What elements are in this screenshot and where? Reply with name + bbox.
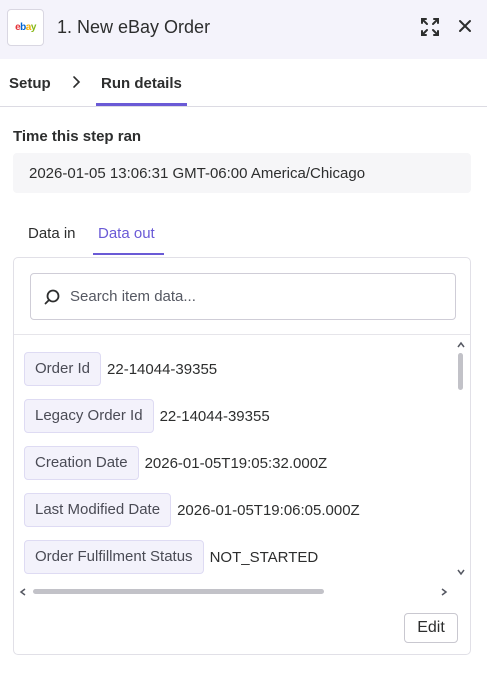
data-tabs: Data in Data out (13, 215, 473, 257)
search-box (30, 273, 456, 320)
item-key[interactable]: Order Id (24, 352, 102, 386)
time-value-box: 2026-01-05 13:06:31 GMT-06:00 America/Ch… (13, 153, 471, 193)
time-value: 2026-01-05 13:06:31 GMT-06:00 America/Ch… (29, 165, 366, 182)
item-data-list[interactable]: Order Id 22-14044-39355 Legacy Order Id … (14, 334, 470, 604)
search-input[interactable] (70, 274, 450, 319)
item-value: 2026-01-05T19:05:32.000Z (144, 454, 328, 472)
horizontal-scrollbar-thumb[interactable] (33, 589, 324, 594)
list-item: Creation Date 2026-01-05T19:05:32.000Z (24, 446, 327, 480)
item-value: 22-14044-39355 (159, 407, 270, 425)
item-key[interactable]: Last Modified Date (24, 493, 172, 527)
item-key[interactable]: Legacy Order Id (24, 399, 154, 433)
scroll-right-arrow-icon[interactable] (440, 587, 448, 597)
scroll-down-arrow-icon[interactable] (456, 568, 466, 576)
item-value: 22-14044-39355 (107, 360, 218, 378)
list-item: Legacy Order Id 22-14044-39355 (24, 399, 270, 433)
breadcrumb-nav: Setup Run details (0, 59, 487, 107)
step-header: ebay 1. New eBay Order (0, 0, 487, 59)
edit-button[interactable]: Edit (404, 613, 458, 643)
data-out-panel: Order Id 22-14044-39355 Legacy Order Id … (13, 257, 471, 655)
tab-data-out[interactable]: Data out (98, 225, 155, 242)
list-item: Last Modified Date 2026-01-05T19:06:05.0… (24, 493, 360, 527)
chevron-right-icon (73, 76, 81, 88)
expand-icon[interactable] (420, 17, 440, 37)
tab-active-indicator (93, 253, 164, 255)
nav-active-indicator (96, 103, 187, 106)
ebay-logo: ebay (7, 9, 44, 46)
search-icon (44, 289, 60, 305)
scroll-left-arrow-icon[interactable] (19, 587, 27, 597)
time-label: Time this step ran (13, 128, 142, 145)
nav-setup[interactable]: Setup (9, 75, 51, 92)
step-title: 1. New eBay Order (57, 17, 211, 37)
tab-data-in[interactable]: Data in (28, 225, 76, 242)
list-item: Order Fulfillment Status NOT_STARTED (24, 540, 318, 574)
item-value: NOT_STARTED (209, 548, 319, 566)
nav-run-details[interactable]: Run details (101, 75, 182, 92)
item-key[interactable]: Creation Date (24, 446, 139, 480)
list-item: Order Id 22-14044-39355 (24, 352, 217, 386)
scroll-up-arrow-icon[interactable] (456, 341, 466, 349)
item-value: 2026-01-05T19:06:05.000Z (177, 501, 360, 519)
vertical-scrollbar-thumb[interactable] (458, 353, 463, 390)
item-key[interactable]: Order Fulfillment Status (24, 540, 204, 574)
close-icon[interactable] (457, 18, 473, 34)
